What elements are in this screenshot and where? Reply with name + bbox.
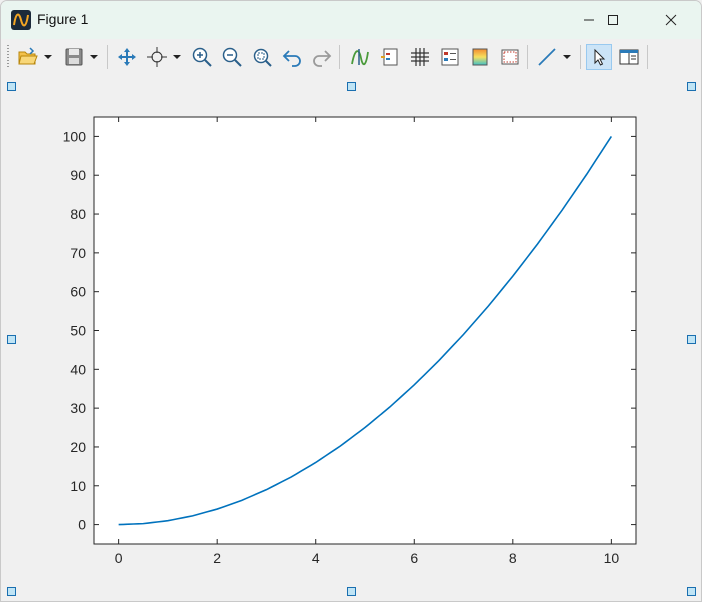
x-tick-label: 6: [410, 550, 418, 566]
y-tick-label: 60: [70, 284, 86, 300]
y-tick-label: 80: [70, 206, 86, 222]
y-tick-label: 50: [70, 323, 86, 339]
figure-window: Figure 1 0 2 4 6 8 10 0 10 20 30 40 50 6…: [0, 0, 702, 602]
x-tick-label: 8: [509, 550, 517, 566]
y-tick-label: 40: [70, 361, 86, 377]
y-tick-label: 30: [70, 400, 86, 416]
x-tick-label: 4: [312, 550, 320, 566]
y-tick-label: 10: [70, 478, 86, 494]
y-tick-label: 0: [78, 517, 86, 533]
y-tick-label: 100: [63, 128, 87, 144]
x-tick-label: 2: [213, 550, 221, 566]
axes-box: [93, 116, 637, 545]
y-tick-label: 20: [70, 439, 86, 455]
plot-canvas[interactable]: 0 2 4 6 8 100102030405060708090100: [1, 1, 701, 601]
y-tick-label: 90: [70, 167, 86, 183]
x-tick-label: 0: [115, 550, 123, 566]
y-tick-label: 70: [70, 245, 86, 261]
x-tick-label: 10: [604, 550, 620, 566]
